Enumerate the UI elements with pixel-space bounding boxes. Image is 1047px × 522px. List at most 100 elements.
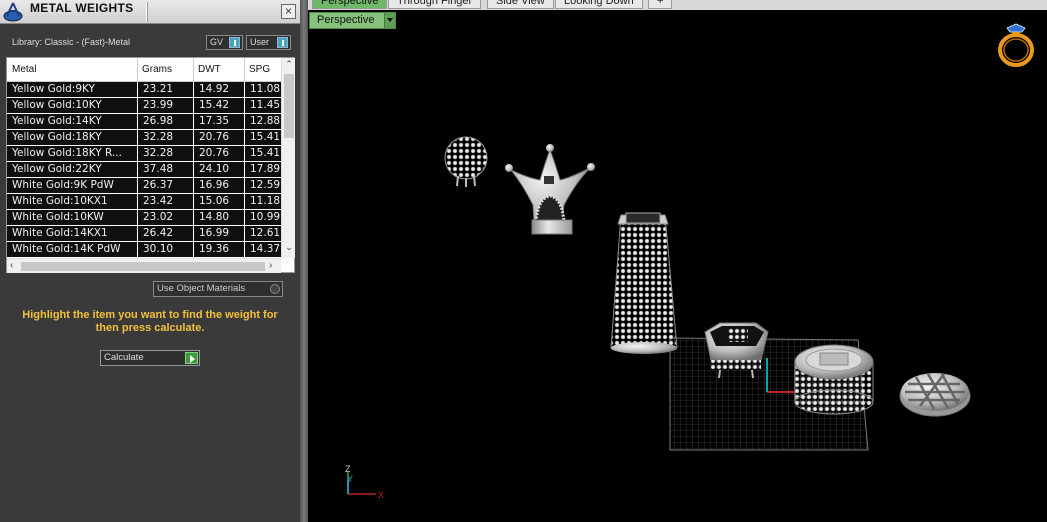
table-row[interactable]: Yellow Gold:10KY 23.99 15.42 11.45	[7, 98, 281, 114]
view-axis-indicator: Z Y X	[345, 464, 384, 500]
table-row[interactable]: Yellow Gold:18KY R... 32.28 20.76 15.41	[7, 146, 281, 162]
library-label: Library: Classic - (Fast)-Metal	[12, 37, 131, 47]
table-cell: 12.88	[245, 114, 281, 129]
toggle-switch-icon	[277, 37, 288, 48]
table-cell: 30.10	[138, 242, 193, 257]
table-cell: Yellow Gold:9KY	[7, 82, 137, 97]
table-cell: 11.45	[245, 98, 281, 113]
tab-side-view[interactable]: Side View	[487, 0, 554, 9]
table-cell: 23.02	[138, 210, 193, 225]
table-cell: Yellow Gold:18KY	[7, 130, 137, 145]
column-header-spg[interactable]: SPG	[249, 64, 270, 75]
axis-z-label: Z	[345, 464, 351, 474]
scroll-down-icon[interactable]: ⌄	[284, 242, 294, 253]
title-separator	[146, 2, 148, 22]
view-mode-label: Perspective	[317, 14, 375, 26]
tab-looking-down[interactable]: Looking Down	[555, 0, 643, 9]
table-cell: 26.37	[138, 178, 193, 193]
lattice-disc-model[interactable]	[899, 373, 971, 417]
table-cell: 23.99	[138, 98, 193, 113]
table-row[interactable]: Yellow Gold:22KY 37.48 24.10 17.89	[7, 162, 281, 178]
axis-y-label: Y	[347, 474, 353, 484]
metal-table: Metal Grams DWT SPG Yellow Gold:9KY 23.21…	[6, 57, 295, 273]
column-header-dwt[interactable]: DWT	[198, 64, 221, 75]
gv-toggle[interactable]: GV	[206, 35, 243, 50]
table-row[interactable]: Yellow Gold:14KY 26.98 17.35 12.88	[7, 114, 281, 130]
table-cell: 24.10	[194, 162, 244, 177]
ring-icon[interactable]	[994, 22, 1038, 68]
3d-scene[interactable]: Z Y X	[308, 10, 1047, 522]
column-header-metal[interactable]: Metal	[12, 64, 36, 75]
table-cell: White Gold:14K PdW	[7, 242, 137, 257]
radio-icon	[270, 284, 280, 294]
user-toggle[interactable]: User	[246, 35, 291, 50]
crown-pendant-model[interactable]	[505, 144, 595, 235]
horizontal-scrollbar[interactable]: ‹ ›	[7, 258, 281, 273]
calculate-button[interactable]: Calculate	[100, 350, 200, 366]
table-cell: 19.36	[194, 242, 244, 257]
column-header-grams[interactable]: Grams	[142, 64, 172, 75]
vertical-scrollbar[interactable]: ⌃ ⌄	[281, 58, 295, 258]
user-toggle-label: User	[250, 37, 270, 47]
table-header: Metal Grams DWT SPG	[7, 58, 281, 82]
view-mode-dropdown[interactable]: Perspective	[309, 12, 396, 29]
panel-title-bar[interactable]: METAL WEIGHTS ×	[0, 0, 300, 24]
scroll-up-icon[interactable]: ⌃	[284, 59, 294, 70]
drum-ring-model[interactable]	[794, 344, 874, 415]
table-row[interactable]: Yellow Gold:9KY 23.21 14.92 11.08	[7, 82, 281, 98]
table-cell: 14.80	[194, 210, 244, 225]
use-object-materials-label: Use Object Materials	[157, 283, 246, 294]
scroll-right-icon[interactable]: ›	[269, 260, 272, 271]
scrollbar-thumb[interactable]	[284, 74, 294, 138]
table-cell: 17.89	[245, 162, 281, 177]
play-arrow-icon	[185, 352, 198, 364]
pave-tower-model[interactable]	[610, 212, 678, 354]
table-cell: 32.28	[138, 146, 193, 161]
table-cell: White Gold:10KX1	[7, 194, 137, 209]
tab-add[interactable]: +	[648, 0, 673, 9]
table-row[interactable]: White Gold:9K PdW 26.37 16.96 12.59	[7, 178, 281, 194]
close-button[interactable]: ×	[281, 4, 296, 19]
toggle-switch-icon	[229, 37, 240, 48]
instruction-text: Highlight the item you want to find the …	[22, 309, 278, 334]
table-cell: 20.76	[194, 130, 244, 145]
table-row[interactable]: White Gold:14KX1 26.42 16.99 12.61	[7, 226, 281, 242]
table-cell: 23.42	[138, 194, 193, 209]
table-cell: 11.18	[245, 194, 281, 209]
table-cell: 12.61	[245, 226, 281, 241]
table-cell: 15.42	[194, 98, 244, 113]
table-cell: White Gold:14KX1	[7, 226, 137, 241]
table-cell: 20.76	[194, 146, 244, 161]
table-cell: 10.99	[245, 210, 281, 225]
table-cell: 26.42	[138, 226, 193, 241]
calculate-label: Calculate	[104, 352, 144, 363]
table-cell: Yellow Gold:10KY	[7, 98, 137, 113]
metal-weights-panel: METAL WEIGHTS × Library: Classic - (Fast…	[0, 0, 300, 522]
use-object-materials-toggle[interactable]: Use Object Materials	[153, 281, 283, 297]
table-row[interactable]: Yellow Gold:18KY 32.28 20.76 15.41	[7, 130, 281, 146]
panel-splitter[interactable]	[300, 0, 308, 522]
gv-toggle-label: GV	[210, 37, 224, 47]
scrollbar-thumb[interactable]	[21, 262, 265, 271]
tab-through-finger[interactable]: Through Finger	[388, 0, 482, 9]
table-cell: 14.92	[194, 82, 244, 97]
table-row[interactable]: White Gold:10KX1 23.42 15.06 11.18	[7, 194, 281, 210]
scroll-left-icon[interactable]: ‹	[10, 260, 13, 271]
table-row[interactable]: White Gold:10KW 23.02 14.80 10.99	[7, 210, 281, 226]
table-cell: 15.41	[245, 146, 281, 161]
table-row[interactable]: White Gold:14K PdW 30.10 19.36 14.37	[7, 242, 281, 258]
table-cell: 32.28	[138, 130, 193, 145]
column-divider	[244, 58, 245, 82]
table-cell: 26.98	[138, 114, 193, 129]
tab-perspective[interactable]: Perspective	[312, 0, 388, 9]
3d-viewport[interactable]: Z Y X Perspective	[308, 10, 1047, 522]
column-divider	[137, 58, 138, 82]
table-cell: 37.48	[138, 162, 193, 177]
table-cell: White Gold:10KW	[7, 210, 137, 225]
app-window: METAL WEIGHTS × Library: Classic - (Fast…	[0, 0, 1047, 522]
table-cell: Yellow Gold:18KY R...	[7, 146, 137, 161]
table-cell: 12.59	[245, 178, 281, 193]
pave-ball-model[interactable]	[444, 136, 488, 187]
table-body: Yellow Gold:9KY 23.21 14.92 11.08 Yellow Gol…	[7, 82, 281, 258]
hex-basket-model[interactable]	[704, 322, 769, 379]
